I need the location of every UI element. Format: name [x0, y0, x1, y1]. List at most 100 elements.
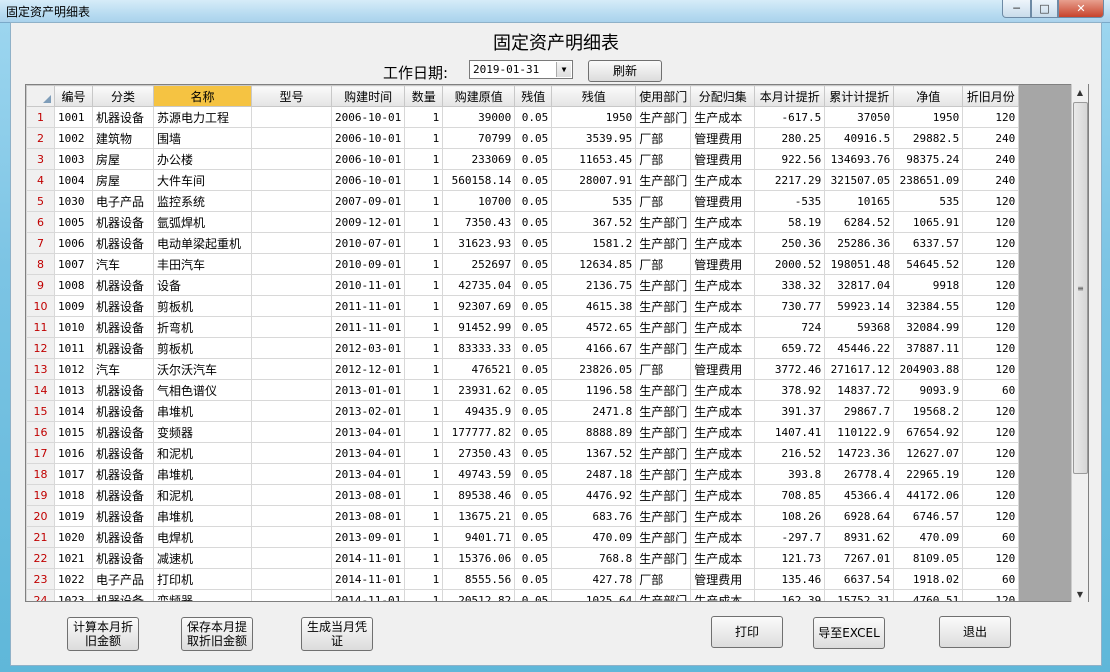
table-cell[interactable]: 0.05 [514, 421, 553, 443]
table-cell[interactable]: 1004 [54, 169, 93, 191]
table-cell[interactable]: 管理费用 [690, 568, 756, 590]
table-cell[interactable]: 1 [404, 148, 444, 170]
table-cell[interactable]: 1 [404, 463, 444, 485]
table-row[interactable]: 7 1006 机器设备 电动单梁起重机 2010-07-01 1 31623.93 0.05 1… [26, 232, 1020, 254]
table-cell[interactable]: 4476.92 [551, 484, 637, 506]
asset-grid[interactable]: 编号 分类 名称 型号 购建时间 数量 购建原值 残值 残值 使用部门 分配归集 本月计提折 累计计提折… [25, 84, 1089, 602]
table-cell[interactable]: 1 [404, 232, 444, 254]
table-cell[interactable]: 1010 [54, 316, 93, 338]
table-cell[interactable]: 58.19 [754, 211, 826, 233]
table-cell[interactable]: 0.05 [514, 211, 553, 233]
row-number[interactable]: 6 [26, 211, 55, 233]
table-cell[interactable]: 204903.88 [893, 358, 964, 380]
table-cell[interactable]: 1014 [54, 400, 93, 422]
table-row[interactable]: 14 1013 机器设备 气相色谱仪 2013-01-01 1 23931.62 0.05 11… [26, 379, 1020, 401]
table-cell[interactable]: 252697 [442, 253, 516, 275]
table-cell[interactable]: 1006 [54, 232, 93, 254]
row-number[interactable]: 5 [26, 190, 55, 212]
table-cell[interactable]: 生产部门 [635, 526, 692, 548]
table-cell[interactable]: 1009 [54, 295, 93, 317]
table-cell[interactable] [251, 568, 332, 590]
table-cell[interactable]: 120 [962, 358, 1020, 380]
table-row[interactable]: 19 1018 机器设备 和泥机 2013-08-01 1 89538.46 0.05 4476… [26, 484, 1020, 506]
table-cell[interactable] [251, 211, 332, 233]
table-cell[interactable]: 535 [551, 190, 637, 212]
table-cell[interactable]: 和泥机 [153, 442, 252, 464]
table-row[interactable]: 2 1002 建筑物 围墙 2006-10-01 1 70799 0.05 3539.95 厂部管… [26, 127, 1020, 149]
table-cell[interactable]: 120 [962, 484, 1020, 506]
row-number[interactable]: 17 [26, 442, 55, 464]
table-cell[interactable]: 生产成本 [690, 232, 756, 254]
table-cell[interactable]: 生产部门 [635, 106, 692, 128]
table-cell[interactable]: 216.52 [754, 442, 826, 464]
table-cell[interactable]: 1016 [54, 442, 93, 464]
table-cell[interactable]: 2010-09-01 [330, 253, 406, 275]
table-cell[interactable]: 生产成本 [690, 484, 756, 506]
table-cell[interactable]: 470.09 [551, 526, 637, 548]
column-header[interactable]: 本月计提折 [754, 85, 826, 107]
table-cell[interactable]: 391.37 [754, 400, 826, 422]
table-cell[interactable]: 120 [962, 337, 1020, 359]
table-cell[interactable]: 1012 [54, 358, 93, 380]
table-cell[interactable]: 37050 [824, 106, 895, 128]
table-cell[interactable]: 串堆机 [153, 463, 252, 485]
table-cell[interactable]: 91452.99 [442, 316, 516, 338]
table-cell[interactable]: 管理费用 [690, 148, 756, 170]
table-cell[interactable]: 29867.7 [824, 400, 895, 422]
table-cell[interactable] [251, 190, 332, 212]
table-cell[interactable]: 120 [962, 274, 1020, 296]
column-header[interactable]: 折旧月份 [962, 85, 1020, 107]
table-cell[interactable]: 135.46 [754, 568, 826, 590]
table-cell[interactable]: 2010-07-01 [330, 232, 406, 254]
table-row[interactable]: 21 1020 机器设备 电焊机 2013-09-01 1 9401.71 0.05 470.0… [26, 526, 1020, 548]
table-cell[interactable]: 串堆机 [153, 505, 252, 527]
table-cell[interactable]: 机器设备 [92, 526, 154, 548]
table-cell[interactable]: 1 [404, 190, 444, 212]
table-cell[interactable]: 气相色谱仪 [153, 379, 252, 401]
table-cell[interactable] [251, 106, 332, 128]
table-cell[interactable]: 2011-11-01 [330, 316, 406, 338]
table-cell[interactable]: 1025.64 [551, 589, 637, 601]
table-cell[interactable]: 3772.46 [754, 358, 826, 380]
table-cell[interactable]: 1 [404, 295, 444, 317]
table-cell[interactable] [251, 358, 332, 380]
table-cell[interactable]: 生产成本 [690, 211, 756, 233]
table-cell[interactable]: -535 [754, 190, 826, 212]
table-cell[interactable]: 59368 [824, 316, 895, 338]
table-cell[interactable]: 1021 [54, 547, 93, 569]
table-cell[interactable]: 1065.91 [893, 211, 964, 233]
table-cell[interactable]: 机器设备 [92, 400, 154, 422]
table-cell[interactable]: 生产成本 [690, 106, 756, 128]
table-cell[interactable]: 120 [962, 211, 1020, 233]
table-cell[interactable]: 6746.57 [893, 505, 964, 527]
table-cell[interactable]: 0.05 [514, 148, 553, 170]
table-cell[interactable]: 10700 [442, 190, 516, 212]
table-cell[interactable]: 378.92 [754, 379, 826, 401]
table-row[interactable]: 1 1001 机器设备 苏源电力工程 2006-10-01 1 39000 0.05 1950 生… [26, 106, 1020, 128]
minimize-button[interactable]: ─ [1002, 0, 1031, 18]
table-row[interactable]: 18 1017 机器设备 串堆机 2013-04-01 1 49743.59 0.05 2487… [26, 463, 1020, 485]
table-cell[interactable]: 393.8 [754, 463, 826, 485]
table-cell[interactable]: 60 [962, 568, 1020, 590]
table-cell[interactable]: 49435.9 [442, 400, 516, 422]
table-cell[interactable]: 机器设备 [92, 589, 154, 601]
table-cell[interactable]: 367.52 [551, 211, 637, 233]
table-cell[interactable] [251, 253, 332, 275]
table-cell[interactable]: 2136.75 [551, 274, 637, 296]
table-cell[interactable]: 监控系统 [153, 190, 252, 212]
table-cell[interactable]: -617.5 [754, 106, 826, 128]
table-row[interactable]: 10 1009 机器设备 剪板机 2011-11-01 1 92307.69 0.05 4615… [26, 295, 1020, 317]
table-cell[interactable]: 生产部门 [635, 589, 692, 601]
table-cell[interactable]: 1022 [54, 568, 93, 590]
table-cell[interactable]: 2007-09-01 [330, 190, 406, 212]
table-cell[interactable]: 32817.04 [824, 274, 895, 296]
row-number[interactable]: 15 [26, 400, 55, 422]
table-cell[interactable]: 27350.43 [442, 442, 516, 464]
table-cell[interactable]: 电子产品 [92, 190, 154, 212]
table-cell[interactable]: 机器设备 [92, 442, 154, 464]
table-cell[interactable] [251, 127, 332, 149]
table-cell[interactable]: 0.05 [514, 463, 553, 485]
table-cell[interactable]: 1 [404, 253, 444, 275]
table-cell[interactable]: 8109.05 [893, 547, 964, 569]
table-cell[interactable]: 1407.41 [754, 421, 826, 443]
